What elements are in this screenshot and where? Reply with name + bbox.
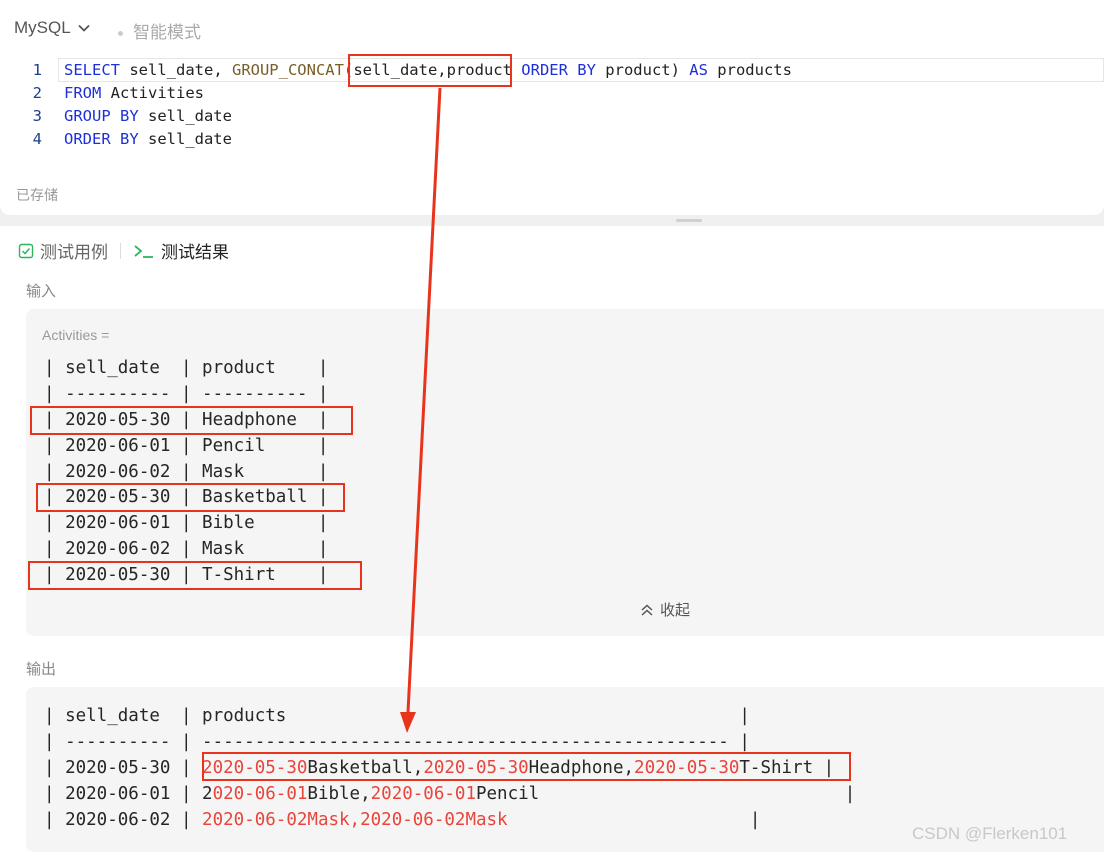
watermark: CSDN @Flerken101: [912, 824, 1068, 843]
annotation-arrow-shaft: [406, 87, 442, 713]
annotation-arrow-head: [400, 712, 416, 733]
annotation-arrow: [400, 87, 442, 733]
